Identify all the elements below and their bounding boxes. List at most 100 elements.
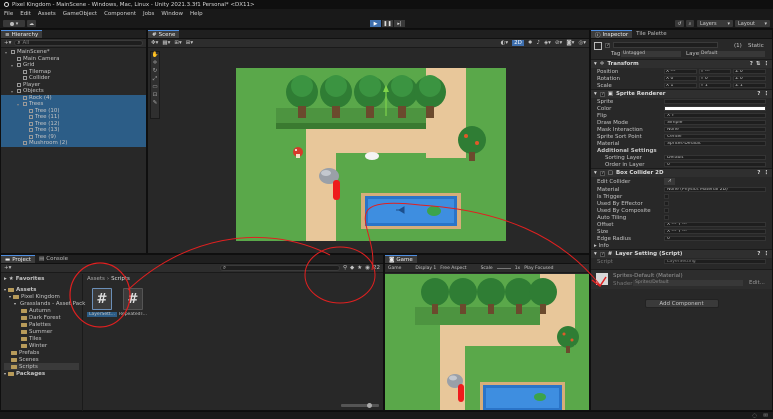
snap-increment-icon[interactable]: ⊞▾ (186, 40, 193, 46)
favorites-item[interactable]: ▸ ★ Favorites (4, 275, 79, 282)
vector-z-field[interactable]: Z 0 (733, 69, 767, 74)
project-tree-item[interactable]: Palettes (4, 321, 79, 328)
grid-icon[interactable]: ▦▾ (162, 40, 170, 46)
layer-dropdown[interactable]: Default (699, 51, 765, 57)
transform-tool-button[interactable]: ⊡ (151, 92, 159, 100)
edit-shader-button[interactable]: Edit... (749, 280, 765, 286)
rect-tool-button[interactable]: ▭ (151, 84, 159, 92)
active-checkbox[interactable] (605, 43, 610, 48)
asset-repeatedt[interactable]: # RepeatedT... (118, 288, 148, 317)
menu-file[interactable]: File (4, 11, 13, 17)
hierarchy-search[interactable]: ⌕ All (14, 40, 143, 46)
project-tree-item[interactable]: Dark Forest (4, 314, 79, 321)
foldout-arrow[interactable]: ▾ (11, 63, 15, 68)
vector-z-field[interactable]: Z 0 (733, 76, 767, 81)
tab-hierarchy[interactable]: ≡ Hierarchy (1, 30, 43, 38)
play-button[interactable]: ▶ (370, 20, 381, 27)
menu-component[interactable]: Component (104, 11, 136, 17)
property-value-field[interactable]: Simple (664, 120, 766, 125)
aspect-dropdown[interactable]: Free Aspect (440, 266, 466, 271)
audio-icon[interactable]: ♪ (536, 40, 540, 46)
hidden-packages-icon[interactable]: ◉ (365, 265, 370, 271)
property-value-field[interactable]: None (Physics Material 2D) (664, 187, 766, 192)
draw-mode-icon[interactable]: ◐▾ (501, 40, 509, 46)
hierarchy-item[interactable]: Mushroom (2) (1, 140, 146, 147)
label-icon[interactable]: ◆ (350, 265, 354, 271)
help-icon[interactable]: ? (750, 61, 753, 67)
breadcrumb-scripts[interactable]: Scripts (111, 276, 130, 282)
game-view-dropdown[interactable]: Game (388, 266, 401, 271)
cloud-button[interactable]: ☁ (27, 20, 36, 27)
menu-gameobject[interactable]: GameObject (63, 11, 97, 17)
project-tree-item[interactable]: Scripts (4, 363, 79, 370)
foldout-arrow[interactable]: ▾ (5, 50, 9, 55)
project-tree-item[interactable]: ▾ Pixel Kingdom (4, 293, 79, 300)
snap-icon[interactable]: ⊞▾ (174, 40, 181, 46)
menu-help[interactable]: Help (190, 11, 203, 17)
project-tree-item[interactable]: Prefabs (4, 349, 79, 356)
add-icon[interactable]: +▾ (4, 40, 11, 46)
search-button[interactable]: ⌕ (686, 20, 694, 27)
preset-icon[interactable]: ⇅ (756, 61, 761, 67)
foldout-arrow[interactable]: ▾ (11, 89, 15, 94)
effects-icon[interactable]: ◈▾ (544, 40, 551, 46)
vector-x-field[interactable]: X 0 (664, 76, 697, 81)
tab-scene[interactable]: # Scene (148, 30, 180, 38)
property-value-field[interactable] (664, 99, 766, 104)
menu-jobs[interactable]: Jobs (143, 11, 154, 17)
hand-tool-icon[interactable]: ✥▾ (151, 40, 158, 46)
tab-game[interactable]: ◙ Game (385, 255, 417, 263)
property-value-field[interactable]: Center (664, 134, 766, 139)
gizmos-icon[interactable]: ◎▾ (578, 40, 586, 46)
tab-inspector[interactable]: ⓘ Inspector (591, 30, 633, 39)
property-value-field[interactable]: X --- Y --- (664, 229, 766, 234)
menu-edit[interactable]: Edit (20, 11, 31, 17)
project-tree-item[interactable]: ▾ Grasslands - Asset Pack (4, 300, 85, 307)
property-value-field[interactable] (664, 106, 766, 111)
play-focused-dropdown[interactable]: Play Focused (524, 266, 553, 271)
game-render[interactable] (385, 274, 590, 411)
scale-slider[interactable] (496, 267, 511, 269)
help-icon[interactable]: ? (757, 91, 760, 97)
vector-x-field[interactable]: X 1 (664, 83, 697, 88)
account-button[interactable]: ▾ (3, 20, 25, 27)
breadcrumb-assets[interactable]: Assets (87, 276, 105, 282)
property-checkbox[interactable] (664, 208, 669, 213)
project-search[interactable]: ⌕ (219, 265, 340, 271)
sprite-renderer-header[interactable]: ▾ ▣ Sprite Renderer ? ⋮ (591, 89, 772, 98)
box-collider-header[interactable]: ▾ ▢ Box Collider 2D ? ⋮ (591, 168, 772, 177)
history-button[interactable]: ↺ (675, 20, 684, 27)
tab-tile-palette[interactable]: Tile Palette (632, 30, 670, 38)
project-tree-item[interactable]: Scenes (4, 356, 79, 363)
property-value-field[interactable]: Sprites-Default (664, 141, 766, 146)
hidden-icon[interactable]: ⊘▾ (555, 40, 562, 46)
slider-handle[interactable] (367, 403, 372, 408)
layer-setting-enabled-checkbox[interactable] (599, 251, 605, 257)
more-icon[interactable]: ⋮ (764, 251, 773, 257)
rotate-tool-button[interactable]: ↻ (151, 68, 159, 76)
tab-project[interactable]: ▬ Project (1, 255, 36, 263)
transform-header[interactable]: ▾ ✛ Transform ? ⇅ ⋮ (591, 59, 772, 68)
menu-assets[interactable]: Assets (38, 11, 56, 17)
order-in-layer-field[interactable]: 0 (664, 162, 766, 167)
vector-y-field[interactable]: Y 1 (698, 83, 732, 88)
vector-x-field[interactable]: X --- (664, 69, 697, 74)
static-toggle[interactable]: Static (748, 43, 764, 49)
vector-y-field[interactable]: Y 0 (698, 76, 732, 81)
sprite-renderer-enabled-checkbox[interactable] (599, 91, 605, 97)
star-icon[interactable]: ★ (357, 265, 362, 271)
display-dropdown[interactable]: Display 1 (415, 266, 436, 271)
shader-dropdown[interactable]: Sprites/Default (633, 280, 743, 286)
scene-map[interactable] (236, 68, 506, 241)
move-tool-button[interactable]: ✛ (151, 60, 159, 68)
asset-layersetting[interactable]: # LayerSett... (87, 288, 117, 317)
property-value-field[interactable]: X Y (664, 113, 766, 118)
mode-2d-button[interactable]: 2D (512, 40, 524, 46)
vector-y-field[interactable]: Y --- (698, 69, 732, 74)
vector-z-field[interactable]: Z 1 (733, 83, 767, 88)
project-tree-item[interactable]: Summer (4, 328, 79, 335)
custom-tool-button[interactable]: ✎ (151, 100, 159, 108)
icon-size-slider[interactable] (341, 403, 379, 408)
help-icon[interactable]: ? (757, 170, 760, 176)
edit-collider-button[interactable]: ⩘ (664, 178, 675, 185)
